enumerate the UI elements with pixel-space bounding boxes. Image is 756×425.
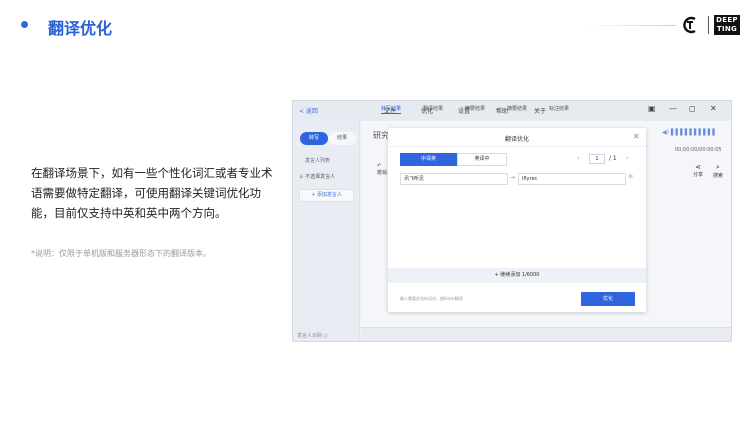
- page-total: / 1: [609, 155, 617, 162]
- search-label: 搜索: [713, 173, 724, 179]
- optimize-button[interactable]: 优化: [581, 292, 635, 306]
- speaker-recognition-toggle[interactable]: 发言人识别 ○: [297, 332, 328, 339]
- doc-title-text: 研究: [373, 131, 389, 140]
- dialog-divider: [388, 146, 646, 147]
- source-term-field[interactable]: 讯飞听见: [400, 173, 508, 185]
- undo-label: 撤销: [377, 170, 388, 176]
- dialog-title: 翻译优化: [504, 136, 529, 143]
- app-sidebar: [293, 121, 360, 341]
- search-button[interactable]: ⌕ 搜索: [713, 163, 723, 179]
- add-speaker-button[interactable]: + 添加发言人: [299, 189, 354, 202]
- title-divider: [586, 25, 676, 26]
- speaker-item-label: 不选择发言人: [305, 174, 336, 180]
- app-screenshot: < 返回 文件 优化 设置 帮助 关于 ▣ — ◻ ✕ 转写 结果 发言人列表 …: [292, 100, 732, 342]
- arrow-right-icon: →: [510, 174, 516, 181]
- tab-zh-to-en[interactable]: 中译英: [400, 153, 457, 166]
- share-icon: ⋖: [695, 163, 701, 171]
- result-tabs: [361, 327, 731, 341]
- menu-about[interactable]: 关于: [534, 106, 546, 115]
- brand-mark-icon: [683, 16, 696, 34]
- feature-description: 在翻译场景下，如有一些个性化词汇或者专业术语需要做特定翻译，可使用翻译关键词优化…: [31, 166, 273, 220]
- segment-result[interactable]: 结果: [328, 132, 356, 145]
- screenshot-icon[interactable]: ▣: [648, 104, 656, 113]
- translation-optimize-dialog: 翻译优化 ✕ 中译英 英译中 ‹ 1 / 1 › 讯飞听见 → iflyrec …: [388, 128, 646, 312]
- back-button[interactable]: < 返回: [299, 106, 318, 115]
- tab-summary-result[interactable]: 摘要结果: [465, 105, 485, 112]
- prev-page-icon[interactable]: ‹: [577, 154, 580, 162]
- share-label: 分享: [693, 172, 704, 178]
- deepting-logo: DEEP TING: [714, 15, 740, 35]
- page-title: 翻译优化: [48, 19, 113, 38]
- segment-transcribe[interactable]: 转写: [300, 132, 328, 145]
- search-icon: ⌕: [716, 163, 720, 171]
- feature-note: *说明：仅限于单机版和服务器形态下的翻译版本。: [31, 249, 211, 258]
- volume-indicator: ◀) ▌▌▌▌▌▌▌▌▌▌: [662, 129, 718, 136]
- playback-timer: 00:00:00/00:00:05: [675, 147, 722, 153]
- page-input[interactable]: 1: [589, 154, 605, 164]
- add-term-row-button[interactable]: + 继续添加 1/6000: [388, 268, 646, 283]
- tab-annotation-result[interactable]: 标注结果: [549, 105, 569, 112]
- target-term-field[interactable]: iflyrec: [518, 173, 626, 185]
- dialog-close-icon[interactable]: ✕: [633, 132, 640, 141]
- undo-icon[interactable]: ↶ 撤销: [377, 163, 387, 176]
- tab-summary-result-2[interactable]: 摘要结果: [507, 105, 527, 112]
- close-icon[interactable]: ✕: [710, 104, 717, 113]
- tab-translation-result[interactable]: 翻译结果: [423, 105, 443, 112]
- title-bullet: [21, 21, 28, 28]
- speaker-item[interactable]: ♙ 不选择发言人: [299, 173, 335, 180]
- next-page-icon[interactable]: ›: [626, 154, 629, 162]
- brand-divider: [708, 16, 709, 34]
- maximize-icon[interactable]: ◻: [689, 104, 696, 113]
- minimize-icon[interactable]: —: [669, 104, 677, 113]
- tab-en-to-zh[interactable]: 英译中: [457, 153, 507, 166]
- share-button[interactable]: ⋖ 分享: [693, 163, 703, 178]
- dialog-hint: 输入需要优化的词对，按Enter翻译: [400, 296, 463, 301]
- delete-row-icon[interactable]: ⊗: [628, 173, 633, 180]
- tab-transcript-result[interactable]: 转写结果: [381, 105, 402, 114]
- speaker-list-heading: 发言人列表: [305, 158, 331, 164]
